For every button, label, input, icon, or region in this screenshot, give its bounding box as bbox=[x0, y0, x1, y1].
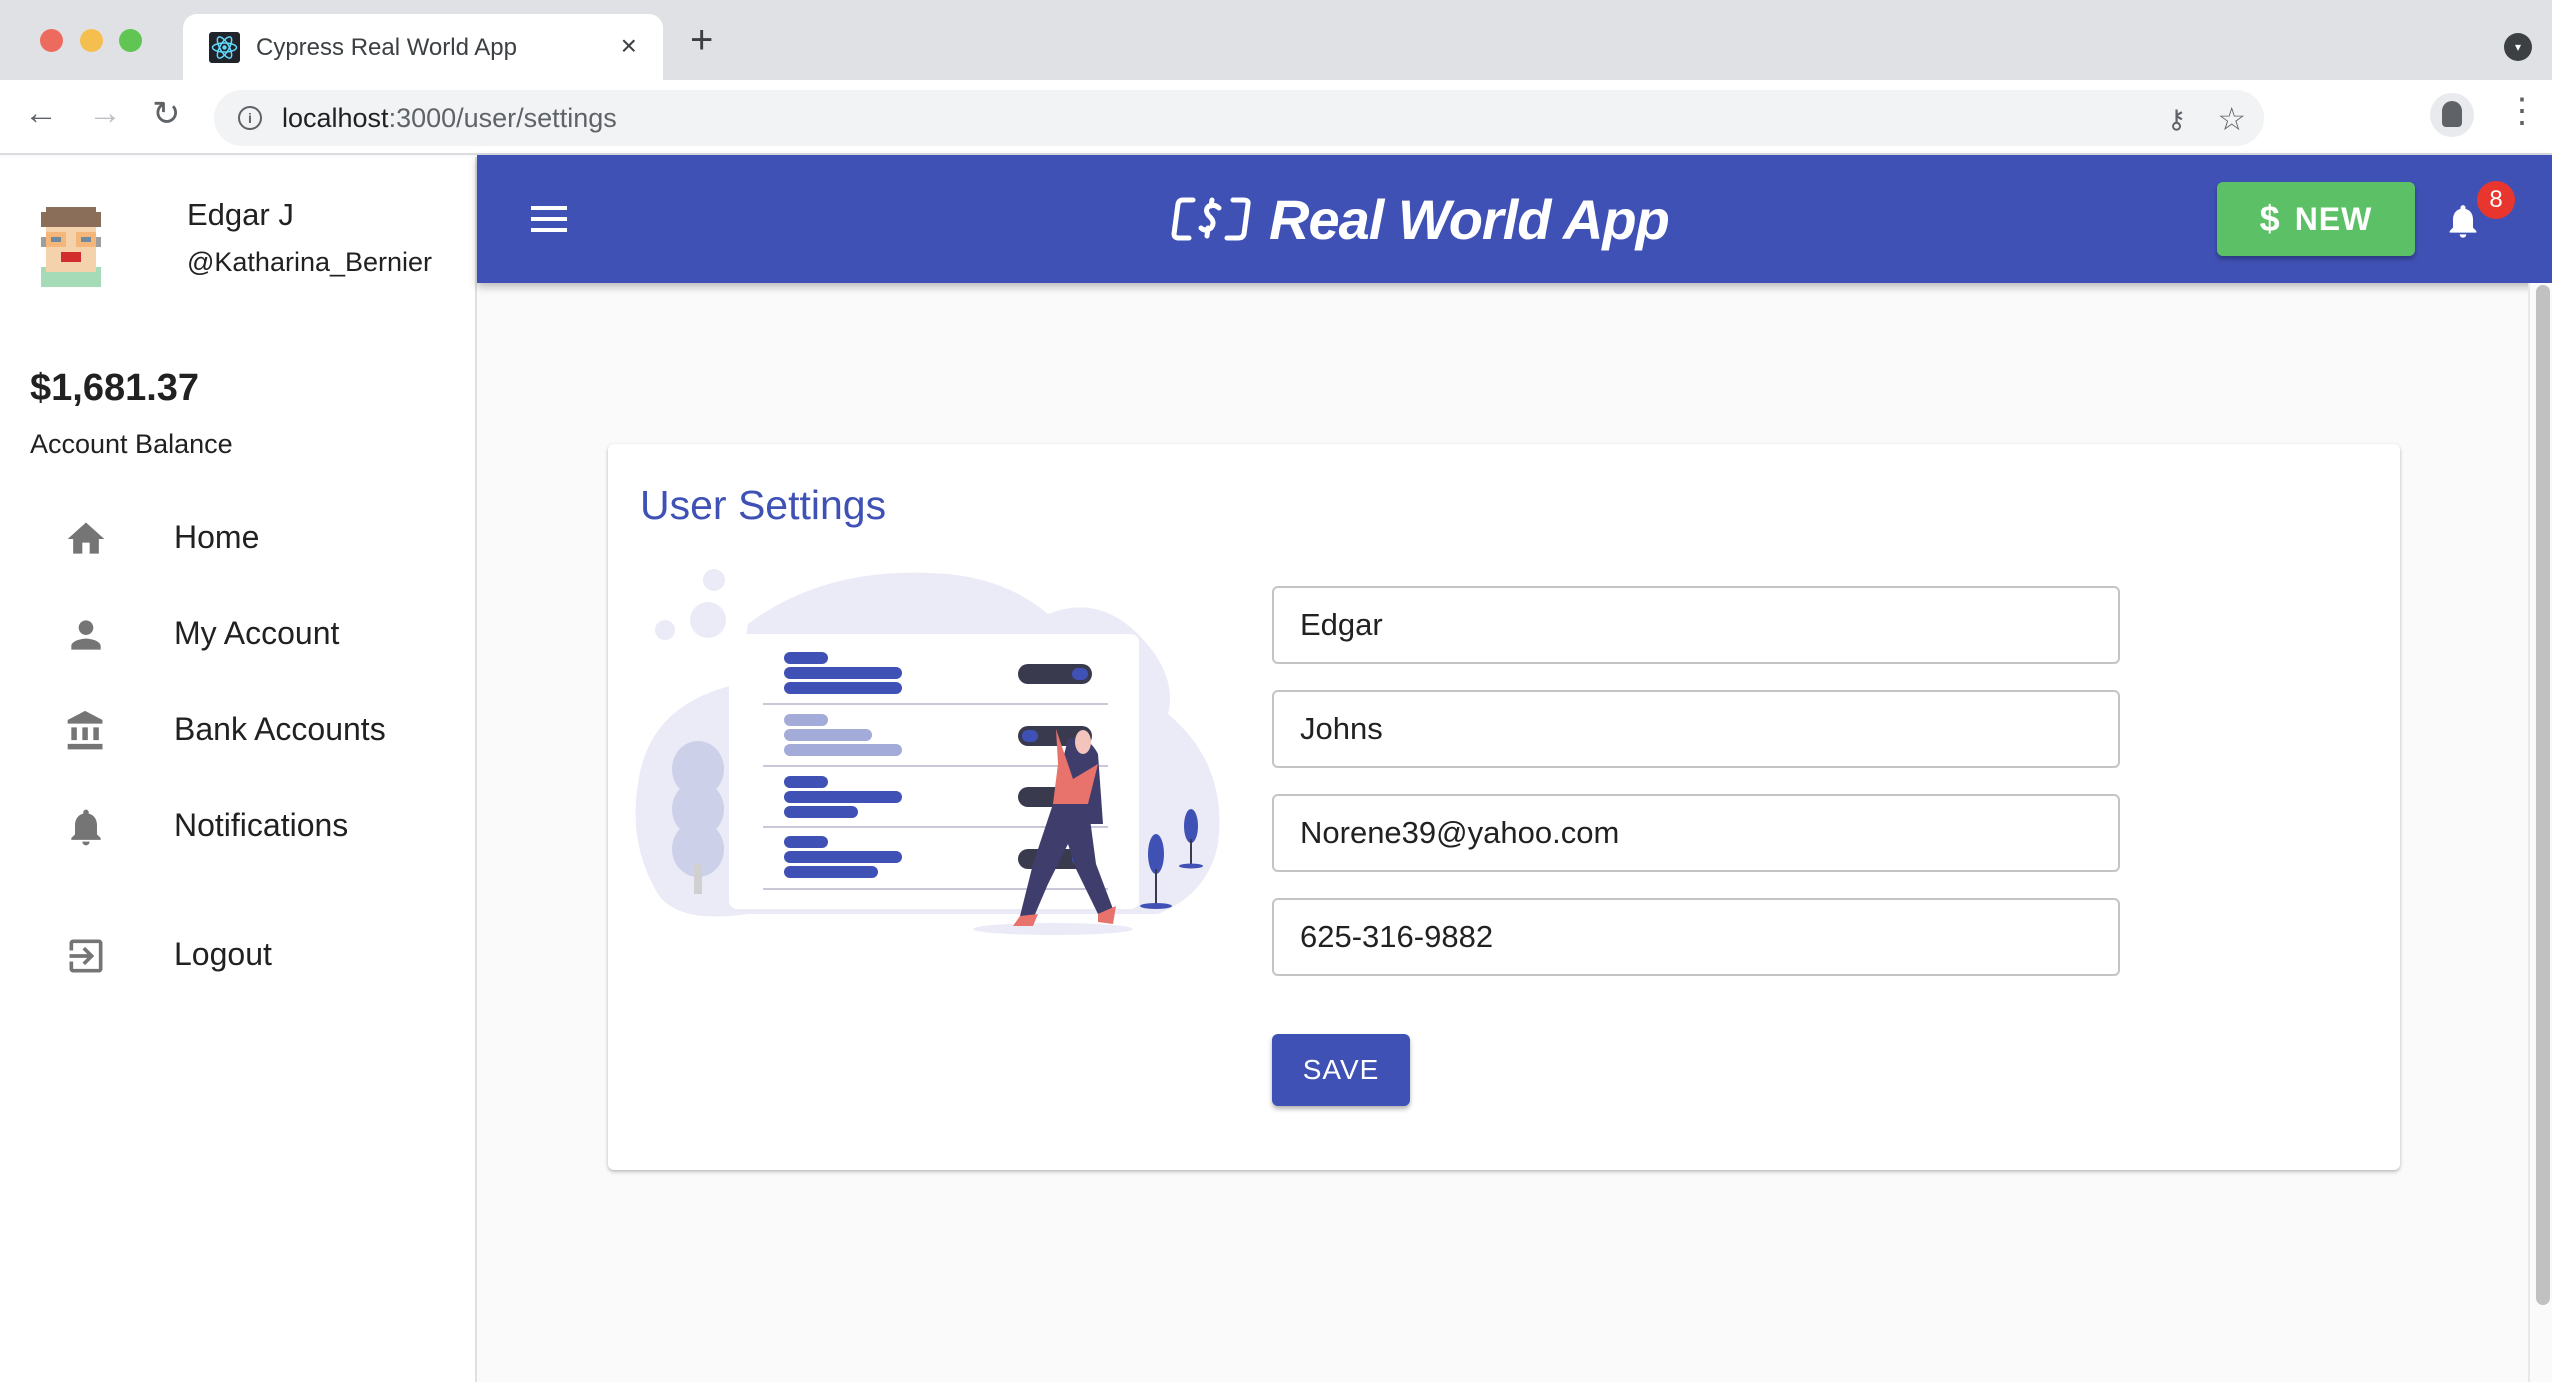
forward-button[interactable]: → bbox=[88, 94, 122, 133]
browser-tab[interactable]: Cypress Real World App × bbox=[183, 14, 663, 80]
tab-title: Cypress Real World App bbox=[256, 34, 517, 61]
app-bar: Real World App $ NEW 8 bbox=[477, 155, 2552, 283]
sidebar-drawer: Edgar J @Katharina_Bernier $1,681.37 Acc… bbox=[0, 157, 477, 1382]
person-icon bbox=[64, 613, 108, 657]
sidebar-item-label: Logout bbox=[174, 936, 272, 972]
browser-toolbar: ← → ↻ i localhost:3000/user/settings ⚷ ☆… bbox=[0, 80, 2552, 155]
sidebar-item-label: My Account bbox=[174, 615, 340, 651]
bell-icon bbox=[64, 805, 108, 849]
sidebar-item-label: Bank Accounts bbox=[174, 711, 386, 747]
logo-dollar-exchange-icon bbox=[1171, 197, 1251, 241]
sidebar-item-label: Notifications bbox=[174, 807, 349, 843]
bookmark-star-icon[interactable]: ☆ bbox=[2217, 100, 2246, 138]
email-input[interactable] bbox=[1274, 796, 2118, 870]
sidebar-item-my-account[interactable]: My Account bbox=[0, 589, 475, 679]
page-title: User Settings bbox=[640, 482, 887, 528]
save-button[interactable]: SAVE bbox=[1272, 1034, 1410, 1106]
user-settings-card: User Settings Edgar Johns Norene39@yahoo… bbox=[608, 444, 2400, 1170]
window-zoom-button[interactable] bbox=[119, 29, 142, 52]
phone-input[interactable] bbox=[1274, 900, 2118, 974]
notification-count-badge: 8 bbox=[2477, 181, 2515, 219]
sidebar-item-label: Home bbox=[174, 519, 260, 555]
page-scrollbar-thumb[interactable] bbox=[2536, 285, 2550, 1305]
home-icon bbox=[64, 517, 108, 561]
user-full-name: Edgar J bbox=[187, 197, 294, 232]
tab-search-icon[interactable]: ▾ bbox=[2504, 33, 2532, 61]
avatar bbox=[36, 207, 106, 287]
phone-field[interactable] bbox=[1272, 898, 2120, 976]
sidebar-item-notifications[interactable]: Notifications bbox=[0, 781, 475, 871]
browser-tab-strip: Cypress Real World App × + ▾ bbox=[0, 0, 2552, 80]
sidebar-item-logout[interactable]: Logout bbox=[0, 910, 475, 1000]
key-icon[interactable]: ⚷ bbox=[2167, 104, 2186, 135]
first-name-field[interactable] bbox=[1272, 586, 2120, 664]
window-close-button[interactable] bbox=[40, 29, 63, 52]
sidebar-item-bank-accounts[interactable]: Bank Accounts bbox=[0, 685, 475, 775]
back-button[interactable]: ← bbox=[24, 94, 58, 133]
settings-illustration bbox=[635, 569, 1220, 935]
user-handle: @Katharina_Bernier bbox=[187, 247, 433, 277]
url-host: localhost bbox=[282, 103, 389, 133]
url-text[interactable]: localhost:3000/user/settings bbox=[282, 103, 617, 134]
profile-avatar-icon[interactable] bbox=[2430, 93, 2474, 137]
window-minimize-button[interactable] bbox=[80, 29, 103, 52]
app-title: Real World App bbox=[1269, 187, 1670, 251]
react-favicon-icon bbox=[209, 32, 240, 63]
email-field[interactable] bbox=[1272, 794, 2120, 872]
first-name-input[interactable] bbox=[1274, 588, 2118, 662]
tab-close-icon[interactable]: × bbox=[621, 30, 637, 62]
account-balance: $1,681.37 bbox=[30, 367, 200, 409]
reload-button[interactable]: ↻ bbox=[152, 94, 181, 134]
menu-icon[interactable] bbox=[531, 206, 567, 232]
url-path: :3000/user/settings bbox=[388, 103, 617, 133]
address-bar[interactable]: i localhost:3000/user/settings ⚷ ☆ bbox=[214, 90, 2264, 146]
account-balance-label: Account Balance bbox=[30, 429, 233, 459]
new-tab-button[interactable]: + bbox=[690, 20, 713, 60]
app-logo[interactable]: Real World App bbox=[1171, 187, 1670, 251]
dollar-icon: $ bbox=[2259, 198, 2281, 239]
last-name-input[interactable] bbox=[1274, 692, 2118, 766]
last-name-field[interactable] bbox=[1272, 690, 2120, 768]
site-info-icon[interactable]: i bbox=[238, 106, 262, 130]
new-button-label: NEW bbox=[2294, 200, 2373, 237]
new-transaction-button[interactable]: $ NEW bbox=[2217, 182, 2415, 256]
sidebar-item-home[interactable]: Home bbox=[0, 493, 475, 583]
browser-menu-icon[interactable]: ⋮ bbox=[2505, 94, 2539, 128]
bank-icon bbox=[64, 709, 108, 753]
logout-icon bbox=[64, 934, 108, 978]
